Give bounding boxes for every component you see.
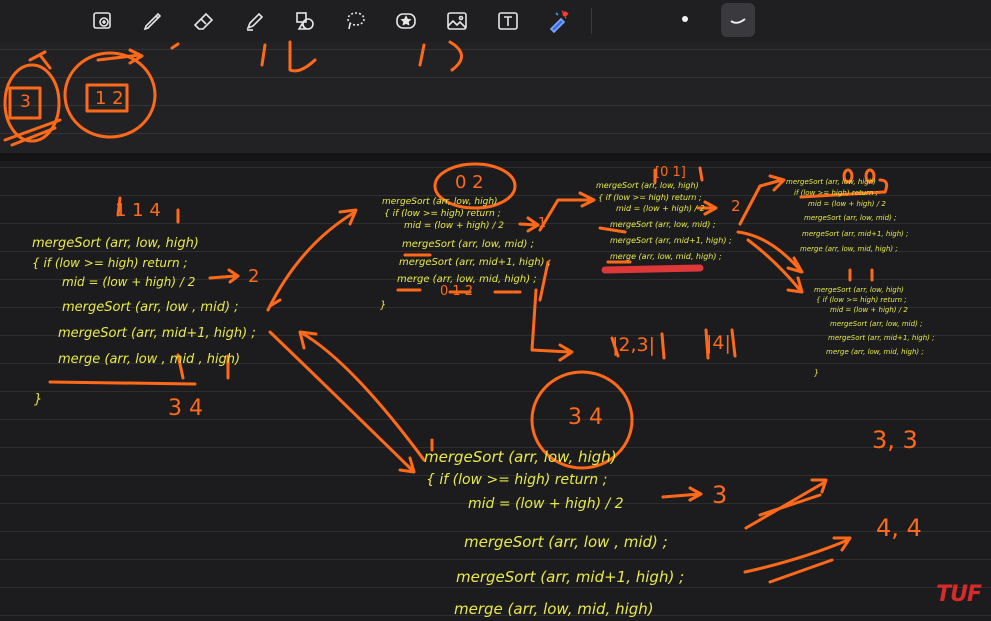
bottom-line-2: { if (low >= high) return ;	[426, 472, 608, 488]
top-left-box-1: 3	[20, 92, 31, 112]
bottom-line-3: mid = (low + high) / 2	[468, 496, 624, 512]
mid-below: 0 1 2	[440, 284, 474, 299]
right-mid-result: 2	[731, 197, 741, 215]
right-line-6: merge (arr, low, mid, high) ;	[610, 252, 722, 261]
far-right-top-line-3: mid = (low + high) / 2	[808, 200, 886, 208]
bottom-line-4: mergeSort (arr, low , mid) ;	[464, 533, 668, 551]
mid-line-3: mid = (low + high) / 2	[404, 221, 504, 231]
right-line-4: mergeSort (arr, low, mid) ;	[610, 220, 716, 229]
far-right-top-line-6: merge (arr, low, mid, high) ;	[800, 245, 898, 253]
bottom-line-5: mergeSort (arr, mid+1, high) ;	[456, 568, 685, 586]
main-below: 3 4	[168, 396, 203, 421]
far-right-bottom-line-1: mergeSort (arr, low, high)	[814, 286, 904, 294]
main-line-4: mergeSort (arr, low , mid) ;	[62, 300, 239, 315]
bottom-mid-result: 3	[712, 481, 728, 509]
right-array-1: |2,3|	[612, 334, 656, 356]
right-line-3: mid = (low + high) / 2	[616, 204, 705, 213]
far-right-bottom-line-7: }	[814, 368, 820, 377]
far-right-bottom-line-2: { if (low >= high) return ;	[816, 296, 907, 304]
far-right-bottom-line-6: merge (arr, low, mid, high) ;	[826, 348, 924, 356]
mid-header: 0 2	[455, 172, 484, 193]
far-right-bottom-line-4: mergeSort (arr, low, mid) ;	[830, 320, 923, 328]
right-line-5: mergeSort (arr, mid+1, high) ;	[610, 236, 732, 245]
main-line-3: mid = (low + high) / 2	[62, 275, 196, 289]
bottom-line-6: merge (arr, low, mid, high)	[454, 600, 654, 618]
main-line-2: { if (low >= high) return ;	[32, 256, 188, 270]
main-mid-result: 2	[248, 266, 260, 287]
right-line-1: mergeSort (arr, low, high)	[596, 181, 699, 190]
far-right-top-line-5: mergeSort (arr, mid+1, high) ;	[802, 230, 909, 238]
far-right-top-line-1: mergeSort (arr, low, high)	[786, 178, 876, 186]
far-right-top-line-4: mergeSort (arr, low, mid) ;	[804, 214, 897, 222]
mid-line-5: mergeSort (arr, mid+1, high) ;	[399, 257, 552, 268]
mid-line-4: mergeSort (arr, low, mid) ;	[402, 239, 534, 250]
mid-line-7: }	[380, 300, 387, 311]
far-right-bottom-line-3: mid = (low + high) / 2	[830, 306, 908, 314]
bottom-header: 3 4	[568, 405, 603, 430]
mid-mid-result: 1	[538, 216, 547, 231]
main-line-1: mergeSort (arr, low, high)	[32, 236, 199, 251]
far-right-top-line-2: if (low >= high) return ;	[794, 189, 878, 197]
right-header: [0 1]	[655, 165, 686, 180]
right-array-2: |4|	[706, 332, 731, 354]
call-4-4: 4, 4	[876, 514, 922, 542]
main-line-7: }	[34, 392, 43, 407]
right-line-2: { if (low >= high) return ;	[598, 193, 702, 202]
mid-line-1: mergeSort (arr, low, high)	[382, 197, 498, 207]
top-left-box-2: 1 2	[95, 88, 124, 109]
main-line-5: mergeSort (arr, mid+1, high) ;	[58, 326, 256, 341]
call-3-3: 3, 3	[872, 426, 918, 454]
main-indices: 1 1 4	[115, 200, 161, 221]
far-right-bottom-line-5: mergeSort (arr, mid+1, high) ;	[828, 334, 935, 342]
tuf-logo: TUF	[936, 582, 982, 607]
mid-line-2: { if (low >= high) return ;	[384, 209, 501, 219]
main-line-6: merge (arr, low , mid , high)	[58, 352, 241, 367]
bottom-line-1: mergeSort (arr, low, high)	[424, 448, 617, 466]
